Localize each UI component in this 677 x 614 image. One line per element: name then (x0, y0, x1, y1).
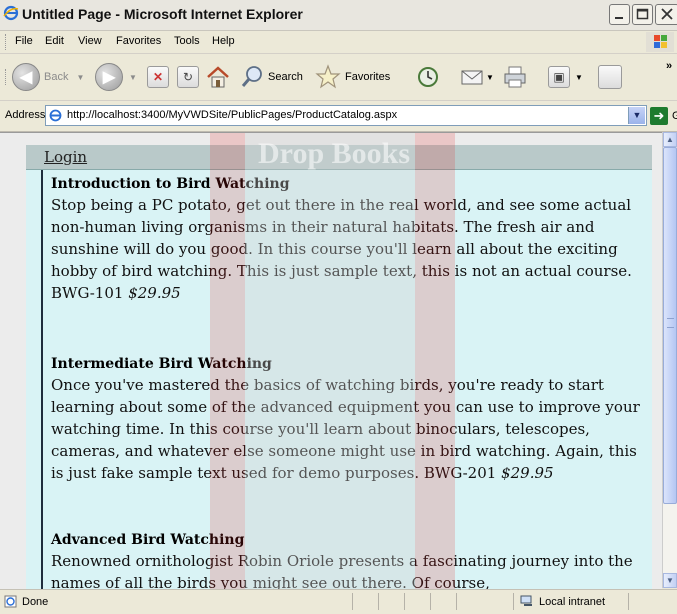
printer-icon (504, 66, 526, 88)
maximize-icon (636, 8, 649, 20)
scroll-down-arrow-icon[interactable]: ▼ (663, 573, 677, 588)
menu-file[interactable]: File (15, 35, 33, 47)
stop-button[interactable]: ✕ (147, 61, 169, 93)
address-dropdown-icon[interactable]: ▼ (628, 107, 645, 124)
back-arrow-icon: ◀ (12, 63, 40, 91)
search-icon (241, 66, 262, 87)
forward-button[interactable]: ▶ ▼ (95, 61, 137, 93)
status-divider (378, 593, 379, 610)
discuss-icon (598, 65, 622, 89)
menubar-grip[interactable] (5, 34, 8, 50)
watermark-bar-right (415, 133, 455, 589)
history-icon (418, 67, 438, 87)
edit-page-icon: ▣ (548, 66, 570, 88)
minimize-icon (615, 17, 623, 19)
standard-toolbar: ◀ Back ▼ ▶ ▼ ✕ ↻ Search Favorites ▼ ▣ ▼ … (0, 54, 677, 101)
document-viewport[interactable]: Login Introduction to Bird Watching Stop… (0, 132, 662, 589)
close-icon (661, 8, 673, 20)
address-input[interactable]: http://localhost:3400/MyVWDSite/PublicPa… (45, 105, 647, 126)
watermark-text: Drop Books (258, 137, 410, 170)
page-status-icon (4, 595, 17, 608)
refresh-icon: ↻ (177, 66, 199, 88)
maximize-button[interactable] (632, 4, 653, 25)
menu-tools[interactable]: Tools (174, 35, 200, 47)
mail-icon (461, 70, 483, 85)
address-url[interactable]: http://localhost:3400/MyVWDSite/PublicPa… (67, 109, 397, 121)
zone-text: Local intranet (539, 596, 606, 608)
status-divider (352, 593, 353, 610)
status-divider (628, 593, 629, 610)
discuss-button[interactable] (598, 61, 622, 93)
browser-window: Untitled Page - Microsoft Internet Explo… (0, 0, 677, 614)
title-bar[interactable]: Untitled Page - Microsoft Internet Explo… (0, 0, 677, 31)
mail-dropdown-icon[interactable]: ▼ (486, 73, 494, 82)
refresh-button[interactable]: ↻ (177, 61, 199, 93)
course-price: $29.95 (128, 284, 181, 302)
menu-bar: File Edit View Favorites Tools Help (0, 31, 677, 54)
status-bar: Done Local intranet (0, 589, 677, 614)
vertical-scrollbar[interactable]: ▲ ▼ (662, 132, 677, 588)
edit-dropdown-icon[interactable]: ▼ (575, 73, 583, 82)
back-dropdown-icon[interactable]: ▼ (76, 73, 84, 82)
watermark-band (245, 133, 415, 589)
status-divider (456, 593, 457, 610)
status-divider (404, 593, 405, 610)
forward-dropdown-icon[interactable]: ▼ (129, 73, 137, 82)
back-label: Back (44, 71, 69, 83)
toolbar-overflow-chevron[interactable]: » (666, 60, 672, 72)
mail-button[interactable]: ▼ (460, 61, 494, 93)
menu-view[interactable]: View (78, 35, 102, 47)
course-price: $29.95 (501, 464, 554, 482)
forward-arrow-icon: ▶ (95, 63, 123, 91)
ie-logo-icon (3, 5, 19, 21)
watermark-bar-left (210, 133, 245, 589)
scroll-up-arrow-icon[interactable]: ▲ (663, 132, 677, 147)
search-button[interactable]: Search (240, 61, 303, 93)
back-button[interactable]: ◀ Back ▼ (12, 61, 84, 93)
print-button[interactable] (502, 61, 528, 93)
home-icon (207, 66, 229, 88)
address-label: Address (5, 109, 46, 121)
scroll-thumb[interactable] (663, 147, 677, 504)
stop-icon: ✕ (147, 66, 169, 88)
scroll-grip (667, 318, 674, 328)
page-icon (49, 109, 62, 122)
go-label: Go (672, 110, 677, 122)
address-bar: Address http://localhost:3400/MyVWDSite/… (0, 101, 677, 132)
toolbar-grip[interactable] (5, 69, 8, 85)
go-arrow-icon: ➜ (650, 107, 668, 125)
login-link[interactable]: Login (44, 148, 87, 166)
course-code: BWG-101 (51, 284, 124, 302)
menu-help[interactable]: Help (212, 35, 235, 47)
status-divider (513, 593, 514, 610)
window-title: Untitled Page - Microsoft Internet Explo… (22, 6, 303, 22)
windows-flag-icon (646, 32, 674, 52)
search-label: Search (268, 71, 303, 83)
favorites-star-icon (315, 64, 341, 89)
edit-page-button[interactable]: ▣ ▼ (548, 61, 583, 93)
home-button[interactable] (205, 61, 231, 93)
favorites-button[interactable]: Favorites (315, 61, 390, 93)
close-button[interactable] (655, 4, 677, 25)
go-button[interactable]: ➜ Go (650, 107, 677, 125)
status-text: Done (22, 596, 49, 608)
status-divider (430, 593, 431, 610)
local-intranet-icon (520, 595, 532, 606)
history-button[interactable] (415, 61, 441, 93)
menu-edit[interactable]: Edit (45, 35, 64, 47)
menu-favorites[interactable]: Favorites (116, 35, 161, 47)
favorites-label: Favorites (345, 71, 391, 83)
minimize-button[interactable] (609, 4, 630, 25)
